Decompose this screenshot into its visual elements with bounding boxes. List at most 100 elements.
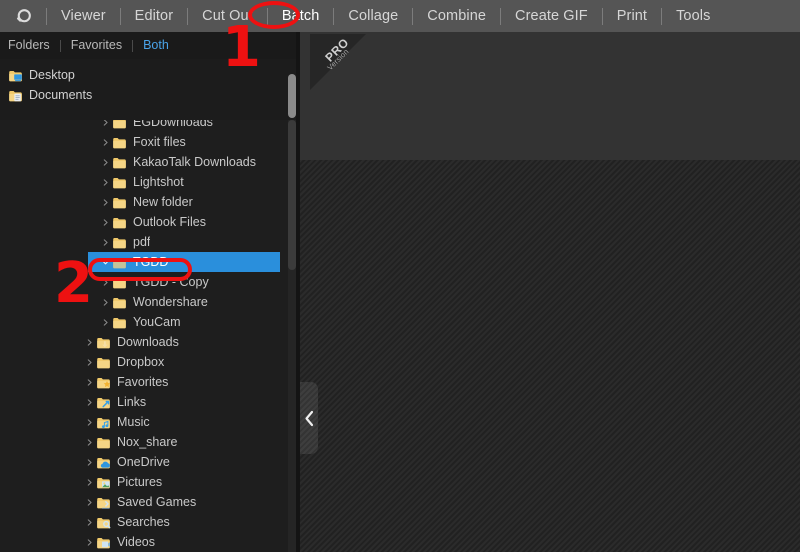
chevron-right-icon[interactable]: [84, 412, 95, 432]
menu-item-editor[interactable]: Editor: [121, 0, 187, 32]
chevron-right-icon[interactable]: [100, 152, 111, 172]
folder-tree-item-label: Outlook Files: [133, 215, 206, 229]
chevron-right-icon[interactable]: [100, 120, 111, 132]
folder-tree-item[interactable]: Favorites: [0, 372, 288, 392]
menu-item-print[interactable]: Print: [603, 0, 661, 32]
folder-favorites-icon: [95, 372, 111, 392]
folder-tree-item-label: Videos: [117, 535, 155, 549]
folder-tree-item-label: Favorites: [117, 375, 169, 389]
folder-tree-item[interactable]: Wondershare: [0, 292, 288, 312]
chevron-right-icon[interactable]: [100, 192, 111, 212]
subtab-favorites[interactable]: Favorites: [61, 32, 132, 59]
chevron-right-icon[interactable]: [84, 512, 95, 532]
folder-onedrive-icon: [95, 452, 111, 472]
folder-tree-item-label: YouCam: [133, 315, 181, 329]
folder-tree-item-label: Nox_share: [117, 435, 178, 449]
folder-tree-item[interactable]: Pictures: [0, 472, 288, 492]
chevron-right-icon[interactable]: [84, 332, 95, 352]
folder-tree-item-label: OneDrive: [117, 455, 170, 469]
app-logo[interactable]: [0, 0, 46, 32]
chevron-right-icon[interactable]: [100, 172, 111, 192]
sidebar-collapse-button[interactable]: [300, 382, 318, 454]
chevron-right-icon[interactable]: [100, 132, 111, 152]
folder-tree-item[interactable]: KakaoTalk Downloads: [0, 152, 288, 172]
folder-icon: [111, 292, 127, 312]
subtab-both[interactable]: Both: [133, 32, 179, 59]
folder-links-icon: [95, 392, 111, 412]
menu-item-cut-out[interactable]: Cut Out: [188, 0, 267, 32]
chevron-down-icon[interactable]: [100, 252, 111, 272]
folder-icon: [111, 152, 127, 172]
folder-tree-item[interactable]: YouCam: [0, 312, 288, 332]
folder-music-icon: [95, 412, 111, 432]
menu-item-tools[interactable]: Tools: [662, 0, 724, 32]
folder-tree-item[interactable]: Nox_share: [0, 432, 288, 452]
folder-tree-item[interactable]: Links: [0, 392, 288, 412]
folder-icon: [111, 252, 127, 272]
sidebar-subtabs: Folders Favorites Both: [0, 32, 300, 59]
menu-item-viewer[interactable]: Viewer: [47, 0, 120, 32]
chevron-right-icon[interactable]: [84, 392, 95, 412]
subtab-folders[interactable]: Folders: [0, 32, 60, 59]
folder-icon: [111, 120, 127, 132]
pro-version-ribbon: PRO Version: [310, 34, 366, 90]
menu-item-create-gif[interactable]: Create GIF: [501, 0, 602, 32]
photoscape-logo-icon: [16, 8, 31, 22]
sidebar-root-item-documents[interactable]: Documents: [0, 85, 300, 105]
folder-tree-item[interactable]: Searches: [0, 512, 288, 532]
folder-icon: [95, 432, 111, 452]
folder-tree-item[interactable]: OneDrive: [0, 452, 288, 472]
folder-icon: [95, 352, 111, 372]
chevron-right-icon[interactable]: [84, 432, 95, 452]
folder-tree-item[interactable]: Lightshot: [0, 172, 288, 192]
folder-tree-item-label: Searches: [117, 515, 170, 529]
folder-tree-scrollarea[interactable]: EGDownloads Foxit files KakaoTalk Download…: [0, 120, 300, 552]
folder-tree-item[interactable]: TGDD: [88, 252, 280, 272]
folder-tree-item-label: EGDownloads: [133, 120, 213, 129]
batch-drop-canvas[interactable]: [300, 160, 800, 552]
folder-sidebar: Folders Favorites Both Desktop Documents …: [0, 32, 300, 552]
folder-tree-item-label: Music: [117, 415, 150, 429]
folder-tree-item[interactable]: Foxit files: [0, 132, 288, 152]
folder-icon: [111, 312, 127, 332]
chevron-right-icon[interactable]: [100, 312, 111, 332]
folder-tree-item[interactable]: pdf: [0, 232, 288, 252]
folder-tree-item[interactable]: Downloads: [0, 332, 288, 352]
folder-tree-item[interactable]: Outlook Files: [0, 212, 288, 232]
chevron-right-icon[interactable]: [100, 272, 111, 292]
menu-item-batch[interactable]: Batch: [268, 0, 334, 32]
chevron-right-icon[interactable]: [100, 232, 111, 252]
folder-tree-item[interactable]: EGDownloads: [0, 120, 288, 132]
sidebar-root-list: Desktop Documents: [0, 59, 300, 120]
menu-items: Viewer Editor Cut Out Batch Collage Combine Cr…: [47, 0, 724, 32]
menu-item-collage[interactable]: Collage: [334, 0, 412, 32]
folder-tree-item-label: Lightshot: [133, 175, 184, 189]
folder-tree-item[interactable]: New folder: [0, 192, 288, 212]
chevron-right-icon[interactable]: [84, 472, 95, 492]
folder-tree-item-label: Pictures: [117, 475, 163, 489]
chevron-right-icon[interactable]: [84, 372, 95, 392]
menu-item-combine[interactable]: Combine: [413, 0, 500, 32]
folder-tree-item[interactable]: Music: [0, 412, 288, 432]
chevron-right-icon[interactable]: [100, 212, 111, 232]
folder-icon: [111, 192, 127, 212]
folder-icon: [111, 272, 127, 292]
folder-tree-item[interactable]: TGDD - Copy: [0, 272, 288, 292]
sidebar-scrollbar[interactable]: [288, 120, 296, 552]
chevron-right-icon[interactable]: [84, 452, 95, 472]
folder-tree-item-label: Links: [117, 395, 147, 409]
sidebar-scrollbar-upper-thumb[interactable]: [288, 74, 296, 118]
content-toolbar-area: [300, 32, 800, 160]
folder-tree-item[interactable]: Dropbox: [0, 352, 288, 372]
folder-tree-item-label: Downloads: [117, 335, 179, 349]
folder-tree-item-label: KakaoTalk Downloads: [133, 155, 256, 169]
chevron-right-icon[interactable]: [84, 492, 95, 512]
folder-tree: EGDownloads Foxit files KakaoTalk Download…: [0, 120, 288, 552]
chevron-right-icon[interactable]: [100, 292, 111, 312]
folder-tree-item[interactable]: Videos: [0, 532, 288, 552]
folder-tree-item[interactable]: Saved Games: [0, 492, 288, 512]
sidebar-root-item-desktop[interactable]: Desktop: [0, 65, 300, 85]
chevron-right-icon[interactable]: [84, 532, 95, 552]
sidebar-scrollbar-thumb[interactable]: [288, 120, 296, 270]
chevron-right-icon[interactable]: [84, 352, 95, 372]
